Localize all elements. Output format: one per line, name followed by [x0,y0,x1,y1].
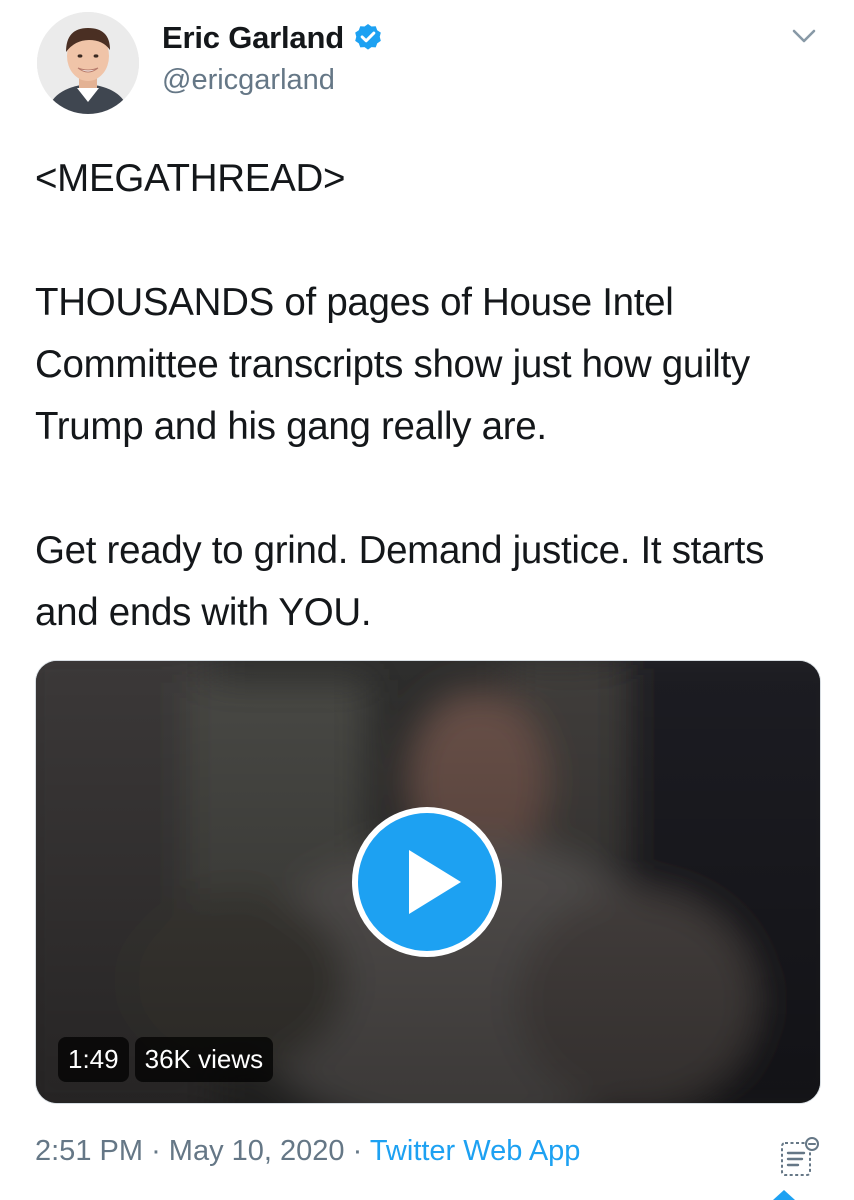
meta-separator: · [151,1135,161,1167]
play-icon[interactable] [351,806,503,958]
chevron-down-icon[interactable] [788,24,820,48]
author-display-name[interactable]: Eric Garland [162,20,344,56]
video-duration: 1:49 [58,1037,129,1082]
meta-separator: · [352,1135,363,1167]
tweet-source-link[interactable]: Twitter Web App [370,1135,581,1167]
author-name-row: Eric Garland [162,20,384,56]
tweet-paragraph: THOUSANDS of pages of House Intel Commit… [35,281,760,448]
author-avatar[interactable] [37,12,139,114]
analytics-icon[interactable] [778,1135,822,1179]
chevron-up-icon [773,1190,795,1200]
tweet-paragraph: <MEGATHREAD> [35,157,346,200]
video-player[interactable]: 1:49 36K views [35,660,821,1104]
tweet-text: <MEGATHREAD> THOUSANDS of pages of House… [35,148,825,644]
avatar-photo [37,12,139,114]
tweet-meta: 2:51 PM · May 10, 2020 · Twitter Web App [35,1135,580,1168]
author-handle[interactable]: @ericgarland [162,64,335,97]
tweet-date[interactable]: May 10, 2020 [169,1135,345,1167]
tweet-time[interactable]: 2:51 PM [35,1135,143,1167]
verified-badge-icon [355,24,381,50]
video-view-count: 36K views [134,1037,274,1082]
tweet-paragraph: Get ready to grind. Demand justice. It s… [35,529,775,634]
video-badges: 1:49 36K views [58,1037,274,1082]
